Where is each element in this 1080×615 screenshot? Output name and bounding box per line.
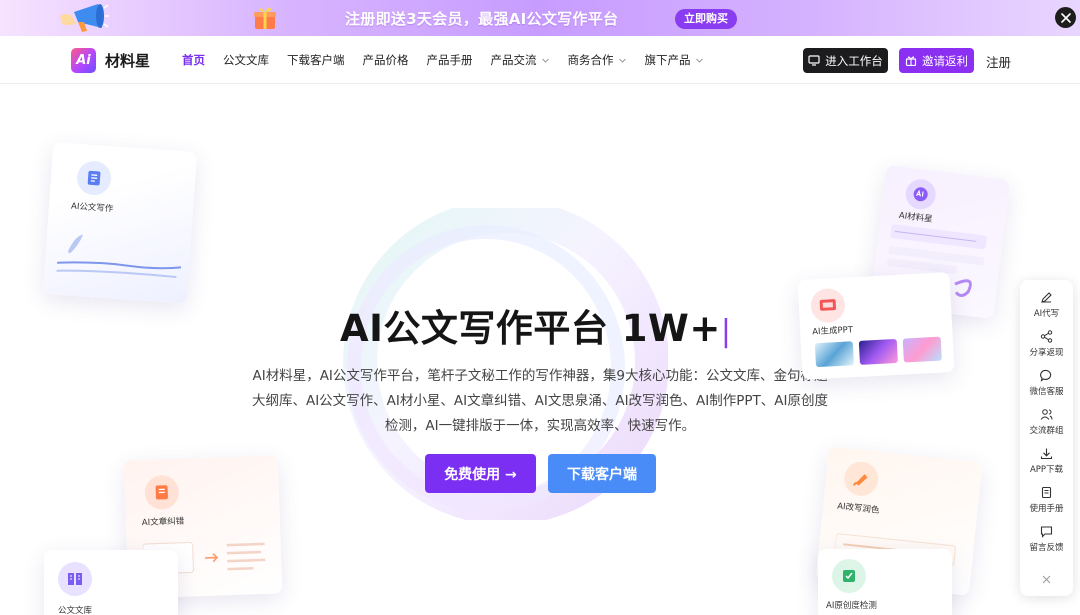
megaphone-icon	[60, 4, 109, 32]
card-label: AI原创度检测	[826, 601, 877, 611]
download-client-button[interactable]: 下载客户端	[548, 454, 656, 493]
card-label: 公文文库	[58, 606, 93, 615]
gift-icon	[905, 56, 917, 66]
sidebar-item-share[interactable]: 分享返现	[1020, 330, 1073, 358]
sidebar-item-group[interactable]: 交流群组	[1020, 408, 1073, 436]
card-label: AI公文写作	[70, 201, 114, 215]
manual-icon	[1041, 486, 1052, 499]
monitor-icon	[808, 55, 820, 66]
hero-title: AI公文写作平台 1W+|	[340, 298, 740, 352]
card-label: AI生成PPT	[811, 325, 854, 338]
nav-item-download-client[interactable]: 下载客户端	[287, 52, 345, 68]
hero-title-text: AI公文写作平台 1W+	[340, 307, 721, 350]
pen-icon	[1041, 292, 1052, 303]
nav-item-manual[interactable]: 产品手册	[427, 52, 473, 68]
feature-card-originality-check[interactable]: AI原创度检测	[818, 549, 952, 615]
check-doc-icon	[832, 559, 866, 593]
chat-icon	[1040, 369, 1052, 382]
gift-icon	[254, 7, 276, 29]
nav-item-product-exchange[interactable]: 产品交流	[491, 52, 550, 68]
sidebar-item-manual[interactable]: 使用手册	[1020, 486, 1073, 514]
invite-label: 邀请返利	[922, 53, 968, 68]
nav-item-label: 产品交流	[490, 53, 537, 67]
ppt-thumbnail	[858, 338, 898, 365]
sidebar-item-ai-write[interactable]: AI代写	[1020, 291, 1073, 319]
nav-item-label: 商务合作	[567, 53, 614, 67]
buy-now-button[interactable]: 立即购买	[675, 9, 737, 29]
close-icon[interactable]	[1020, 569, 1073, 588]
chevron-down-icon	[618, 58, 626, 63]
enter-workbench-button[interactable]: 进入工作台	[803, 48, 888, 73]
document-icon	[75, 159, 113, 197]
nav-item-library[interactable]: 公文文库	[223, 52, 269, 68]
feature-card-ai-writing[interactable]: AI公文写作	[42, 142, 198, 304]
workbench-label: 进入工作台	[825, 53, 883, 68]
sidebar-item-label: AI代写	[1033, 309, 1060, 319]
sidebar-item-label: 分享返现	[1029, 348, 1064, 358]
card-label: AI材料星	[898, 210, 934, 225]
promo-banner[interactable]: 注册即送3天会员，最强AI公文写作平台 立即购买	[0, 0, 1080, 36]
sidebar-item-label: 交流群组	[1029, 426, 1064, 436]
nav-item-pricing[interactable]: 产品价格	[363, 52, 409, 68]
card-label: AI文章纠错	[141, 516, 185, 529]
typing-caret: |	[720, 314, 732, 349]
sidebar-item-feedback[interactable]: 留言反馈	[1020, 525, 1073, 553]
invite-rebate-button[interactable]: 邀请返利	[899, 48, 974, 73]
ppt-thumbnail	[902, 336, 942, 363]
register-link[interactable]: 注册	[986, 52, 1011, 71]
nav-menu: 首页 公文文库 下载客户端 产品价格 产品手册 产品交流 商务合作 旗下产品	[182, 36, 722, 84]
ai-icon	[903, 177, 938, 212]
presentation-icon	[809, 287, 846, 324]
brush-icon	[842, 460, 880, 498]
chevron-down-icon	[541, 58, 549, 63]
ppt-thumbnail	[814, 341, 855, 368]
nav-item-products[interactable]: 旗下产品	[645, 52, 704, 68]
sidebar-item-wechat-service[interactable]: 微信客服	[1020, 369, 1073, 397]
sidebar-item-label: 微信客服	[1029, 387, 1064, 397]
logo-text: 材料星	[105, 52, 151, 70]
nav-item-business[interactable]: 商务合作	[568, 52, 627, 68]
card-label: AI改写润色	[836, 501, 880, 516]
chevron-down-icon	[695, 58, 703, 63]
decor-feather-lines	[56, 234, 182, 279]
site-logo[interactable]: Ai 材料星	[71, 48, 150, 73]
free-use-button[interactable]: 免费使用 →	[425, 454, 536, 493]
sidebar-item-label: 使用手册	[1029, 504, 1064, 514]
logo-mark: Ai	[71, 48, 96, 73]
hero-description: AI材料星，AI公文写作平台，笔杆子文秘工作的写作神器，集9大核心功能：公文文库…	[251, 368, 829, 434]
nav-item-label: 旗下产品	[644, 53, 691, 67]
nav-item-home[interactable]: 首页	[182, 52, 205, 68]
feature-card-library[interactable]: 公文文库	[44, 550, 178, 615]
library-icon	[58, 562, 92, 596]
close-icon[interactable]	[1055, 7, 1076, 28]
top-navigation: Ai 材料星 首页 公文文库 下载客户端 产品价格 产品手册 产品交流 商务合作…	[0, 36, 1080, 84]
sidebar-item-label: 留言反馈	[1029, 543, 1064, 553]
feedback-icon	[1040, 526, 1053, 538]
correction-icon	[144, 474, 180, 511]
sidebar-item-label: APP下载	[1029, 465, 1064, 475]
sidebar-item-app-download[interactable]: APP下载	[1020, 447, 1073, 475]
promo-text: 注册即送3天会员，最强AI公文写作平台	[345, 10, 619, 28]
feature-card-ai-ppt[interactable]: AI生成PPT	[797, 272, 955, 380]
download-icon	[1040, 448, 1053, 460]
share-icon	[1040, 330, 1053, 343]
group-icon	[1040, 409, 1053, 420]
side-toolbar: AI代写 分享返现 微信客服 交流群组 APP下载 使用手册 留言反馈	[1020, 280, 1073, 596]
